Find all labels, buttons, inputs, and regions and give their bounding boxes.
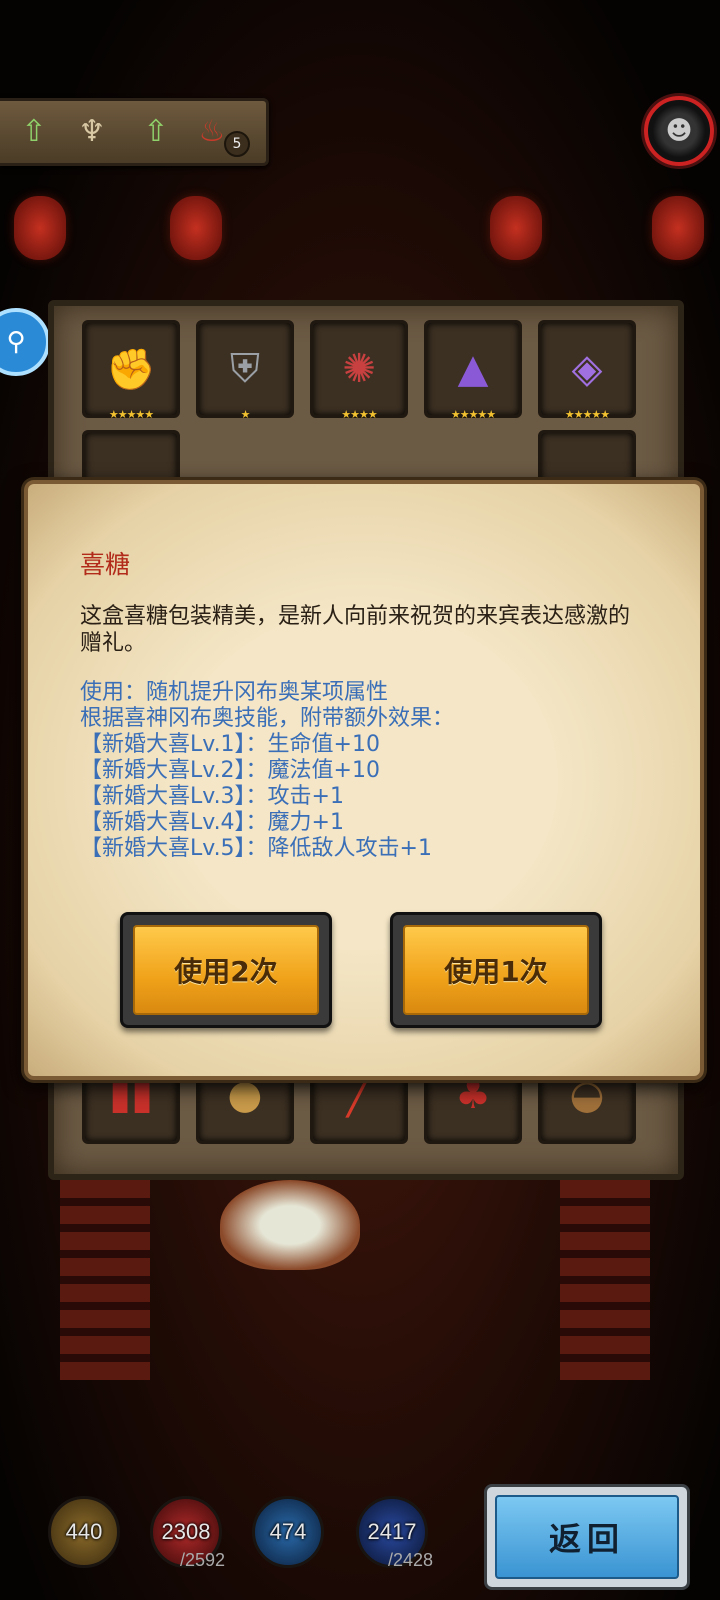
pillar-decoration (560, 1180, 650, 1380)
inventory-slot-gauntlet[interactable]: ✊ ★★★★★ (82, 320, 180, 421)
amulet-icon: ◈ (571, 346, 603, 392)
back-button[interactable]: 返回 (484, 1484, 690, 1590)
usage-line: 使用：随机提升冈布奥某项属性 (80, 680, 389, 705)
inventory-slot-horn[interactable]: ✺ ★★★★ (310, 320, 408, 421)
attack-value: 474 (269, 1519, 307, 1544)
armor-icon: ⛨ (230, 346, 260, 392)
lantern-decoration (652, 196, 704, 260)
candelabra-icon[interactable]: ♆ (70, 109, 114, 153)
pillar-decoration (60, 1180, 150, 1380)
usage-line: 【新婚大喜Lv.1】：生命值+10 (80, 732, 380, 757)
usage-line: 【新婚大喜Lv.3】：攻击+1 (80, 784, 344, 809)
use-once-label: 使用1次 (403, 925, 589, 1015)
lantern-decoration (490, 196, 542, 260)
item-stars: ★★★★★ (450, 408, 496, 421)
attack-orb: 474 (252, 1496, 324, 1568)
top-status-bar: ⇧ ♆ ⇧ ♨ 5 (0, 98, 269, 166)
use-once-button[interactable]: 使用1次 (390, 912, 602, 1028)
inventory-slot-armor[interactable]: ⛨ ★ (196, 320, 294, 421)
cat-face-icon: ☻ (665, 116, 693, 146)
gauntlet-icon: ✊ (106, 346, 156, 393)
gold-value: 440 (65, 1519, 103, 1544)
lion-dance-head (220, 1180, 360, 1270)
mp-value: 2417 (367, 1519, 417, 1544)
item-description: 这盒喜糖包装精美，是新人向前来祝贺的来宾表达感激的赠礼。 (80, 604, 631, 656)
hp-value: 2308 (161, 1519, 211, 1544)
up-arrow-icon[interactable]: ⇧ (134, 109, 178, 153)
item-usage-info: 使用：随机提升冈布奥某项属性 根据喜神冈布奥技能，附带额外效果： 【新婚大喜Lv… (80, 680, 640, 862)
inventory-slot-amulet[interactable]: ◈ ★★★★★ (538, 320, 636, 421)
item-stars: ★★★★★ (564, 408, 610, 421)
item-title: 喜糖 (80, 550, 131, 579)
item-stars: ★★★★★ (108, 408, 154, 421)
item-stars: ★ (240, 408, 251, 421)
usage-line: 【新婚大喜Lv.5】：降低敌人攻击+1 (80, 836, 432, 861)
back-label: 返回 (495, 1495, 679, 1579)
player-avatar-button[interactable]: ☻ (644, 96, 714, 166)
usage-line: 【新婚大喜Lv.2】：魔法值+10 (80, 758, 380, 783)
lantern-decoration (170, 196, 222, 260)
hat-icon: ▲ (457, 346, 489, 392)
search-icon: ⚲ (6, 327, 26, 357)
usage-line: 【新婚大喜Lv.4】：魔力+1 (80, 810, 344, 835)
hp-max: /2592 (180, 1550, 226, 1570)
mp-max: /2428 (388, 1550, 434, 1570)
horn-icon: ✺ (342, 346, 376, 392)
up-arrow-icon[interactable]: ⇧ (12, 109, 56, 153)
usage-line: 根据喜神冈布奥技能，附带额外效果： (80, 706, 455, 731)
use-twice-label: 使用2次 (133, 925, 319, 1015)
lantern-decoration (14, 196, 66, 260)
gold-orb: 440 (48, 1496, 120, 1568)
item-stars: ★★★★ (341, 408, 377, 421)
torch-count-badge: 5 (224, 131, 250, 157)
inventory-slot-hat[interactable]: ▲ ★★★★★ (424, 320, 522, 421)
use-twice-button[interactable]: 使用2次 (120, 912, 332, 1028)
